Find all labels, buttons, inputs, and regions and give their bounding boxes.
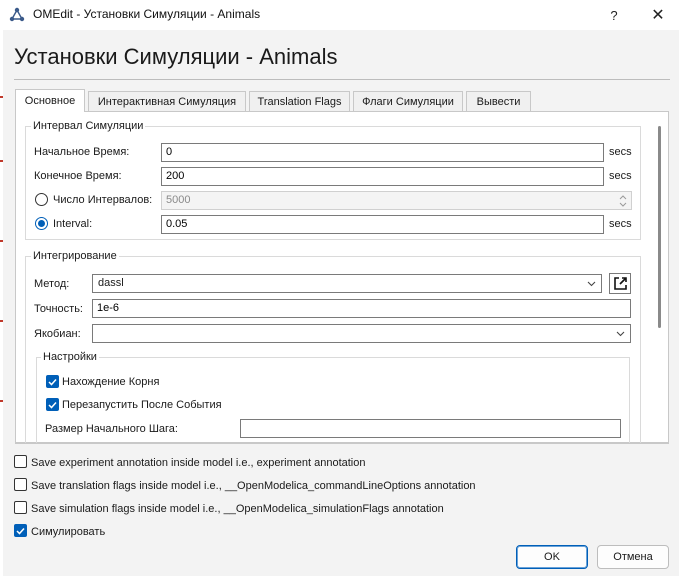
tab-output[interactable]: Вывести [466,91,531,111]
save-experiment-checkbox[interactable] [14,455,27,468]
save-experiment-label: Save experiment annotation inside model … [31,457,366,469]
tolerance-input[interactable]: 1e-6 [92,299,631,318]
window-title: OMEdit - Установки Симуляции - Animals [33,7,261,21]
start-time-input[interactable]: 0 [161,143,604,162]
simulation-interval-title: Интервал Симуляции [31,120,146,132]
chevron-down-icon [616,331,625,337]
simulate-checkbox[interactable] [14,524,27,537]
title-bar[interactable]: OMEdit - Установки Симуляции - Animals ?… [0,0,681,30]
tolerance-label: Точность: [34,303,83,315]
settings-title: Настройки [41,351,99,363]
checkmark-icon [48,378,57,386]
stop-time-label: Конечное Время: [34,170,122,182]
root-finding-label: Нахождение Корня [62,376,160,388]
help-button[interactable]: ? [600,0,628,30]
interval-label: Interval: [53,218,93,230]
start-time-label: Начальное Время: [34,146,130,158]
cancel-button[interactable]: Отмена [597,545,669,569]
ok-button[interactable]: OK [516,545,588,569]
method-dropdown[interactable]: dassl [92,274,602,293]
save-simulation-checkbox[interactable] [14,501,27,514]
interval-radio[interactable] [35,217,48,230]
simulate-label: Симулировать [31,526,106,538]
save-translation-checkbox[interactable] [14,478,27,491]
omedit-app-icon [8,7,26,23]
restart-after-event-checkbox[interactable] [46,398,59,411]
save-simulation-label: Save simulation flags inside model i.e.,… [31,503,444,515]
interval-input[interactable]: 0.05 [161,215,604,234]
number-of-intervals-spinbox[interactable]: 5000 [161,191,632,210]
tab-interactive-simulation[interactable]: Интерактивная Симуляция [88,91,246,111]
jacobian-dropdown[interactable] [92,324,631,343]
tab-general[interactable]: Основное [15,89,85,112]
start-time-unit: secs [609,146,632,158]
chevron-down-icon [587,281,596,287]
jacobian-label: Якобиан: [34,328,81,340]
spinbox-arrows-icon[interactable] [616,192,630,209]
checkmark-icon [16,527,25,535]
stop-time-unit: secs [609,170,632,182]
restart-after-event-label: Перезапустить После События [62,399,222,411]
method-label: Метод: [34,278,70,290]
root-finding-checkbox[interactable] [46,375,59,388]
heading-divider [14,79,670,80]
integration-title: Интегрирование [31,250,119,262]
number-of-intervals-radio[interactable] [35,193,48,206]
stop-time-input[interactable]: 200 [161,167,604,186]
initial-step-label: Размер Начального Шага: [45,423,178,435]
number-of-intervals-label: Число Интервалов: [53,194,153,206]
save-translation-label: Save translation flags inside model i.e.… [31,480,476,492]
close-button[interactable]: ✕ [640,0,676,30]
dialog-heading: Установки Симуляции - Animals [14,44,338,69]
checkmark-icon [48,401,57,409]
interval-unit: secs [609,218,632,230]
method-info-button[interactable] [609,273,631,294]
method-value: dassl [98,277,124,289]
initial-step-input[interactable] [240,419,621,438]
scrollbar-thumb[interactable] [658,126,661,328]
open-external-icon [613,277,627,290]
tab-simulation-flags[interactable]: Флаги Симуляции [353,91,463,111]
tab-translation-flags[interactable]: Translation Flags [249,91,350,111]
